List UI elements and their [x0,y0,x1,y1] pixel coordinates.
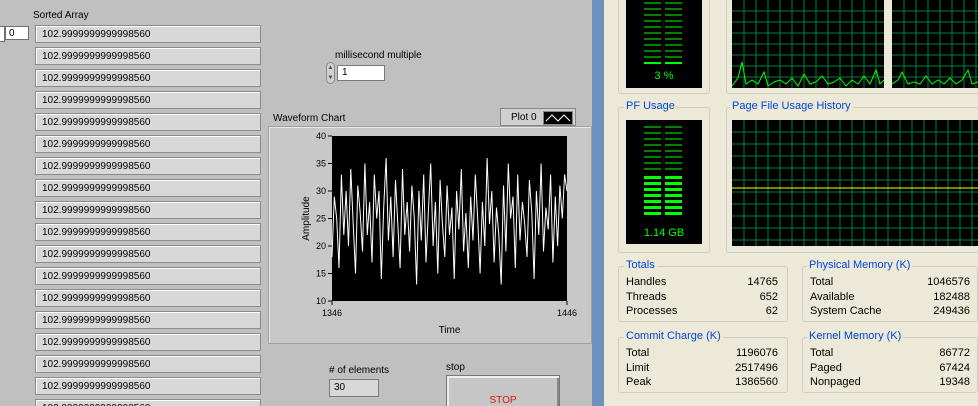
kernel-memory-label: Total [810,347,834,359]
commit-charge-value: 1196076 [735,347,778,359]
physical-memory-value: 249436 [933,305,970,317]
x-axis-label: Time [439,325,461,336]
commit-charge-label: Peak [626,376,652,388]
array-element[interactable]: 102.9999999999998560 [35,47,261,65]
array-element[interactable]: 102.9999999999998560 [35,311,261,329]
plot-legend[interactable]: Plot 0 [500,108,576,126]
kernel-memory-label: Nonpaged [810,376,861,388]
waveform-chart: 40 35 30 25 20 15 10 1346 1446 Time Amplitude [268,126,592,344]
pf-usage-text: 1.14 GB [643,227,685,239]
cpu-history-graph-1 [732,0,884,88]
plot-legend-label: Plot 0 [511,112,537,123]
waveform-chart-svg: 40 35 30 25 20 15 10 1346 1446 Time Amplitude [301,131,577,336]
array-element[interactable]: 102.9999999999998560 [35,135,261,153]
array-element[interactable]: 102.9999999999998560 [35,201,261,219]
totals-label: Handles [626,276,667,288]
y-axis-label: Amplitude [301,196,312,241]
array-element[interactable]: 102.9999999999998560 [35,157,261,175]
commit-charge-title: Commit Charge (K) [624,330,723,342]
array-element[interactable]: 102.9999999999998560 [35,69,261,87]
kernel-memory-value: 67424 [939,362,970,374]
commit-charge-label: Limit [626,362,650,374]
totals-value: 14765 [747,276,778,288]
array-element[interactable]: 102.9999999999998560 [35,245,261,263]
physical-memory-label: System Cache [810,305,882,317]
window-divider [592,0,604,406]
array-element[interactable]: 102.9999999999998560 [35,355,261,373]
pf-history-graph [732,120,978,246]
pf-history-title: Page File Usage History [730,100,853,112]
array-element[interactable]: 102.9999999999998560 [35,223,261,241]
y-tick-label: 25 [316,214,326,224]
array-element[interactable]: 102.9999999999998560 [35,91,261,109]
physical-memory-value: 1046576 [927,276,970,288]
y-tick-label: 10 [316,296,326,306]
kernel-memory-value: 19348 [939,376,970,388]
kernel-memory-title: Kernel Memory (K) [807,330,904,342]
totals-value: 652 [759,291,778,303]
totals-label: Processes [626,305,678,317]
ms-multiple-label: millisecond multiple [335,50,422,61]
array-element[interactable]: 102.9999999999998560 [35,399,261,406]
y-tick-label: 20 [316,241,326,251]
totals-title: Totals [624,259,657,271]
array-element[interactable]: 102.9999999999998560 [35,25,261,43]
sorted-array: 102.9999999999998560 102.9999999999998560… [35,25,267,406]
y-tick-label: 35 [316,159,326,169]
cpu-history-graph-2 [892,0,978,88]
waveform-chart-label: Waveform Chart [273,113,346,124]
stop-button[interactable]: STOP [446,375,560,406]
x-tick-label: 1446 [557,308,577,318]
totals-value: 62 [765,305,778,317]
stop-label: stop [446,362,465,373]
y-tick-label: 40 [316,131,326,141]
array-element[interactable]: 102.9999999999998560 [35,267,261,285]
totals-label: Threads [626,291,667,303]
physical-memory-value: 182488 [933,291,970,303]
array-element[interactable]: 102.9999999999998560 [35,333,261,351]
array-element[interactable]: 102.9999999999998560 [35,113,261,131]
pf-usage-meter [626,120,702,244]
physical-memory-label: Total [810,276,834,288]
ms-multiple-input[interactable]: 1 [337,65,385,81]
sorted-array-label: Sorted Array [33,10,89,21]
x-tick-label: 1346 [322,308,342,318]
elements-label: # of elements [329,365,390,376]
physical-memory-label: Available [810,291,855,303]
physical-memory-title: Physical Memory (K) [807,259,913,271]
array-element[interactable]: 102.9999999999998560 [35,377,261,395]
task-manager-performance: 3 % PF Usage 1.14 GB Page File Usage His… [604,0,978,406]
kernel-memory-value: 86772 [939,347,970,359]
cpu-usage-text: 3 % [654,70,674,82]
y-tick-label: 15 [316,269,326,279]
array-element[interactable]: 102.9999999999998560 [35,289,261,307]
labview-front-panel: Sorted Array 0 102.9999999999998560 102.9… [0,0,592,406]
kernel-memory-label: Paged [810,362,842,374]
pf-meter-bars [644,126,682,215]
commit-charge-value: 2517496 [735,362,778,374]
commit-charge-label: Total [626,347,650,359]
pf-usage-title: PF Usage [624,100,677,112]
commit-charge-value: 1386560 [735,376,778,388]
elements-indicator: 30 [329,379,379,397]
plot-legend-swatch [543,111,573,125]
array-element[interactable]: 102.9999999999998560 [35,179,261,197]
ms-multiple-spinner[interactable]: ▲ ▼ [326,62,335,84]
legend-line-icon [545,114,571,122]
array-index-input[interactable]: 0 [5,26,29,40]
y-tick-label: 30 [316,186,326,196]
